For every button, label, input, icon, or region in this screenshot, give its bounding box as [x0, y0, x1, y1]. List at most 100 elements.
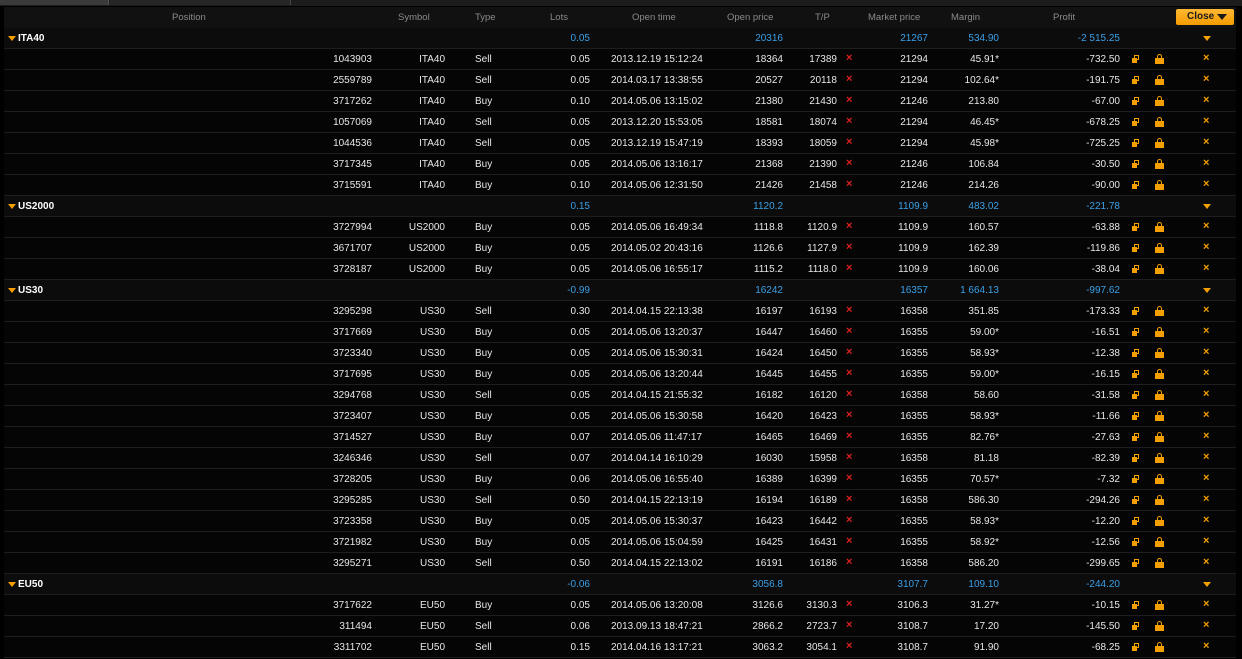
col-type[interactable]: Type [475, 12, 496, 23]
table-row[interactable]: 3717262 ITA40 Buy 0.10 2014.05.06 13:15:02 21… [4, 91, 1236, 112]
col-market-price[interactable]: Market price [868, 12, 920, 23]
remove-tp-icon[interactable]: × [846, 451, 852, 463]
table-row[interactable]: 1057069 ITA40 Sell 0.05 2013.12.20 15:53:05 1… [4, 112, 1236, 133]
table-row[interactable]: 3311702 EU50 Sell 0.15 2014.04.16 13:17:21 30… [4, 637, 1236, 658]
lock-icon[interactable] [1155, 495, 1164, 505]
close-position-icon[interactable]: × [1203, 619, 1209, 631]
col-tp[interactable]: T/P [815, 12, 830, 23]
remove-tp-icon[interactable]: × [846, 304, 852, 316]
table-row[interactable]: 3295271 US30 Sell 0.50 2014.04.15 22:13:02 16… [4, 553, 1236, 574]
table-row[interactable]: 3714527 US30 Buy 0.07 2014.05.06 11:47:17 164… [4, 427, 1236, 448]
lock-icon[interactable] [1155, 369, 1164, 379]
lock-icon[interactable] [1155, 327, 1164, 337]
close-position-icon[interactable]: × [1203, 346, 1209, 358]
close-position-icon[interactable]: × [1203, 241, 1209, 253]
chevron-down-icon[interactable] [8, 36, 16, 41]
table-row[interactable]: 311494 EU50 Sell 0.06 2013.09.13 18:47:21 286… [4, 616, 1236, 637]
modify-order-icon[interactable] [1132, 370, 1139, 378]
modify-order-icon[interactable] [1132, 307, 1139, 315]
close-position-icon[interactable]: × [1203, 220, 1209, 232]
remove-tp-icon[interactable]: × [846, 514, 852, 526]
group-row-us30[interactable]: US30 -0.99 16242 16357 1 664.13 -997.62 [4, 280, 1236, 301]
remove-tp-icon[interactable]: × [846, 367, 852, 379]
col-symbol[interactable]: Symbol [398, 12, 430, 23]
group-row-eu50[interactable]: EU50 -0.06 3056.8 3107.7 109.10 -244.20 [4, 574, 1236, 595]
modify-order-icon[interactable] [1132, 454, 1139, 462]
close-dropdown-button[interactable]: Close [1176, 9, 1234, 25]
remove-tp-icon[interactable]: × [846, 262, 852, 274]
close-position-icon[interactable]: × [1203, 535, 1209, 547]
modify-order-icon[interactable] [1132, 181, 1139, 189]
group-row-us2000[interactable]: US2000 0.15 1120.2 1109.9 483.02 -221.78 [4, 196, 1236, 217]
table-row[interactable]: 3727994 US2000 Buy 0.05 2014.05.06 16:49:34 1… [4, 217, 1236, 238]
table-row[interactable]: 3671707 US2000 Buy 0.05 2014.05.02 20:43:16 1… [4, 238, 1236, 259]
modify-order-icon[interactable] [1132, 265, 1139, 273]
lock-icon[interactable] [1155, 306, 1164, 316]
lock-icon[interactable] [1155, 138, 1164, 148]
modify-order-icon[interactable] [1132, 76, 1139, 84]
modify-order-icon[interactable] [1132, 118, 1139, 126]
table-row[interactable]: 3294768 US30 Sell 0.05 2014.04.15 21:55:32 16… [4, 385, 1236, 406]
close-position-icon[interactable]: × [1203, 52, 1209, 64]
remove-tp-icon[interactable]: × [846, 472, 852, 484]
close-position-icon[interactable]: × [1203, 304, 1209, 316]
close-position-icon[interactable]: × [1203, 262, 1209, 274]
lock-icon[interactable] [1155, 600, 1164, 610]
modify-order-icon[interactable] [1132, 223, 1139, 231]
table-row[interactable]: 3246346 US30 Sell 0.07 2014.04.14 16:10:29 16… [4, 448, 1236, 469]
group-expand-icon[interactable] [1203, 204, 1211, 209]
lock-icon[interactable] [1155, 642, 1164, 652]
remove-tp-icon[interactable]: × [846, 52, 852, 64]
modify-order-icon[interactable] [1132, 559, 1139, 567]
table-row[interactable]: 1043903 ITA40 Sell 0.05 2013.12.19 15:12:24 1… [4, 49, 1236, 70]
remove-tp-icon[interactable]: × [846, 388, 852, 400]
lock-icon[interactable] [1155, 117, 1164, 127]
lock-icon[interactable] [1155, 453, 1164, 463]
table-row[interactable]: 3295298 US30 Sell 0.30 2014.04.15 22:13:38 16… [4, 301, 1236, 322]
modify-order-icon[interactable] [1132, 160, 1139, 168]
table-row[interactable]: 3723407 US30 Buy 0.05 2014.05.06 15:30:58 164… [4, 406, 1236, 427]
table-row[interactable]: 3717669 US30 Buy 0.05 2014.05.06 13:20:37 164… [4, 322, 1236, 343]
lock-icon[interactable] [1155, 432, 1164, 442]
modify-order-icon[interactable] [1132, 139, 1139, 147]
close-position-icon[interactable]: × [1203, 367, 1209, 379]
lock-icon[interactable] [1155, 537, 1164, 547]
remove-tp-icon[interactable]: × [846, 535, 852, 547]
remove-tp-icon[interactable]: × [846, 115, 852, 127]
table-row[interactable]: 3723340 US30 Buy 0.05 2014.05.06 15:30:31 164… [4, 343, 1236, 364]
tab-active[interactable] [0, 0, 109, 5]
close-position-icon[interactable]: × [1203, 556, 1209, 568]
close-position-icon[interactable]: × [1203, 451, 1209, 463]
modify-order-icon[interactable] [1132, 601, 1139, 609]
modify-order-icon[interactable] [1132, 643, 1139, 651]
remove-tp-icon[interactable]: × [846, 136, 852, 148]
close-position-icon[interactable]: × [1203, 115, 1209, 127]
chevron-down-icon[interactable] [8, 204, 16, 209]
modify-order-icon[interactable] [1132, 55, 1139, 63]
lock-icon[interactable] [1155, 390, 1164, 400]
table-row[interactable]: 3721982 US30 Buy 0.05 2014.05.06 15:04:59 164… [4, 532, 1236, 553]
remove-tp-icon[interactable]: × [846, 73, 852, 85]
lock-icon[interactable] [1155, 243, 1164, 253]
remove-tp-icon[interactable]: × [846, 430, 852, 442]
close-position-icon[interactable]: × [1203, 73, 1209, 85]
lock-icon[interactable] [1155, 558, 1164, 568]
remove-tp-icon[interactable]: × [846, 94, 852, 106]
modify-order-icon[interactable] [1132, 412, 1139, 420]
close-position-icon[interactable]: × [1203, 325, 1209, 337]
col-lots[interactable]: Lots [550, 12, 568, 23]
remove-tp-icon[interactable]: × [846, 640, 852, 652]
modify-order-icon[interactable] [1132, 328, 1139, 336]
group-expand-icon[interactable] [1203, 582, 1211, 587]
table-row[interactable]: 3717345 ITA40 Buy 0.05 2014.05.06 13:16:17 21… [4, 154, 1236, 175]
close-position-icon[interactable]: × [1203, 493, 1209, 505]
col-margin[interactable]: Margin [951, 12, 980, 23]
modify-order-icon[interactable] [1132, 622, 1139, 630]
remove-tp-icon[interactable]: × [846, 619, 852, 631]
tab-inactive[interactable] [110, 0, 291, 5]
close-position-icon[interactable]: × [1203, 136, 1209, 148]
modify-order-icon[interactable] [1132, 244, 1139, 252]
remove-tp-icon[interactable]: × [846, 157, 852, 169]
lock-icon[interactable] [1155, 54, 1164, 64]
table-row[interactable]: 3728187 US2000 Buy 0.05 2014.05.06 16:55:17 1… [4, 259, 1236, 280]
